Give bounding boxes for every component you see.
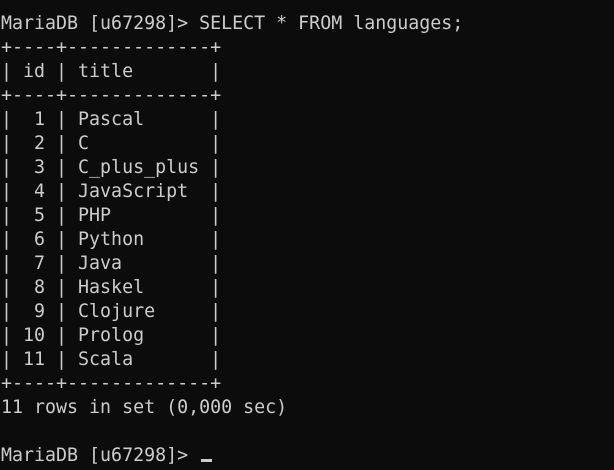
sql-command: SELECT * FROM languages; — [199, 13, 464, 34]
table-row: | 10 | Prolog | — [1, 325, 222, 346]
table-row: | 8 | Haskel | — [1, 277, 222, 298]
result-summary: 11 rows in set (0,000 sec) — [1, 397, 288, 418]
table-border-header: +----+-------------+ — [1, 85, 222, 106]
table-row: | 11 | Scala | — [1, 349, 222, 370]
table-row: | 4 | JavaScript | — [1, 181, 222, 202]
prompt: MariaDB [u67298]> — [1, 13, 189, 34]
input-line[interactable]: MariaDB [u67298]> — [1, 444, 213, 468]
table-row: | 7 | Java | — [1, 253, 222, 274]
table-row: | 9 | Clojure | — [1, 301, 222, 322]
cursor-icon — [201, 459, 213, 462]
table-border-bottom: +----+-------------+ — [1, 373, 222, 394]
table-row: | 1 | Pascal | — [1, 109, 222, 130]
table-border-top: +----+-------------+ — [1, 37, 222, 58]
command-line: MariaDB [u67298]> SELECT * FROM language… — [1, 12, 463, 36]
table-row: | 2 | C | — [1, 133, 222, 154]
table-header: | id | title | — [1, 61, 222, 82]
table-row: | 5 | PHP | — [1, 205, 222, 226]
prompt-final: MariaDB [u67298]> — [1, 445, 189, 466]
table-row: | 3 | C_plus_plus | — [1, 157, 222, 178]
table-row: | 6 | Python | — [1, 229, 222, 250]
terminal-window[interactable]: MariaDB [u67298]> SELECT * FROM language… — [0, 0, 614, 470]
